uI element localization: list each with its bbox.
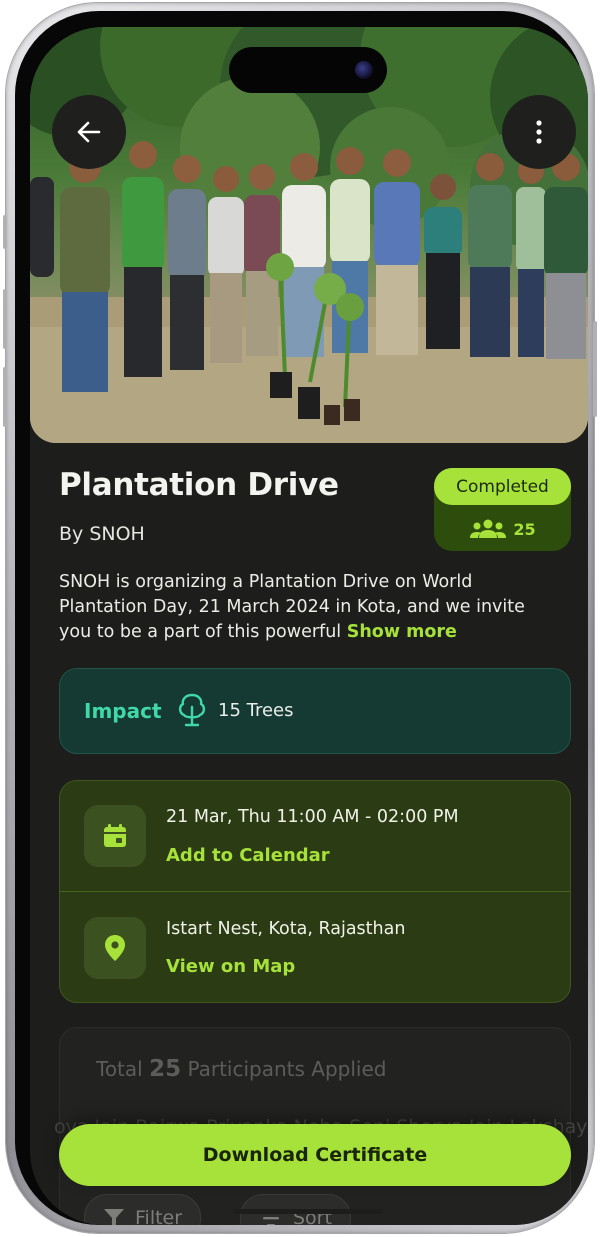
event-info-card: 21 Mar, Thu 11:00 AM - 02:00 PM Add to C… [59,780,571,1003]
filter-icon [104,1209,124,1225]
participants-suffix: Participants Applied [187,1057,387,1081]
action-button [3,215,7,249]
show-more-link[interactable]: Show more [347,622,457,642]
volume-up-button [3,289,7,349]
arrow-left-icon [77,121,101,143]
status-badge: Completed 25 [434,468,571,551]
filter-button[interactable]: Filter [84,1194,202,1225]
info-divider [60,891,570,892]
more-options-button[interactable] [502,95,576,169]
back-button[interactable] [52,95,126,169]
event-address: Istart Nest, Kota, Rajasthan [166,919,406,939]
volume-down-button [3,367,7,427]
participant-count-value: 25 [513,519,536,539]
tree-icon [178,693,206,727]
location-pin-icon [105,935,125,961]
phone-frame: Plantation Drive By SNOH Completed 25 SN… [3,3,597,1233]
participants-count: 25 [149,1056,182,1082]
participants-prefix: Total [96,1057,143,1081]
more-vertical-icon [536,120,542,144]
event-datetime: 21 Mar, Thu 11:00 AM - 02:00 PM [166,807,459,827]
impact-label: Impact [84,699,162,723]
location-icon-box [84,917,146,979]
app-screen: Plantation Drive By SNOH Completed 25 SN… [30,27,588,1225]
download-certificate-button[interactable]: Download Certificate [59,1124,571,1186]
add-to-calendar-link[interactable]: Add to Calendar [166,845,330,866]
status-label: Completed [434,468,571,505]
event-description: SNOH is organizing a Plantation Drive on… [59,570,559,645]
people-icon [470,519,507,538]
calendar-icon-box [84,805,146,867]
participants-summary: Total 25 Participants Applied [96,1056,386,1082]
view-on-map-link[interactable]: View on Map [166,956,295,977]
phone-bezel: Plantation Drive By SNOH Completed 25 SN… [15,11,588,1225]
calendar-icon [104,824,126,847]
home-indicator [233,1209,383,1214]
event-organizer: By SNOH [59,523,145,545]
participant-count: 25 [434,516,571,542]
event-title: Plantation Drive [59,467,339,503]
filter-label: Filter [135,1207,183,1225]
front-camera [355,61,373,79]
dynamic-island [229,47,387,93]
power-button [593,321,597,417]
impact-card: Impact 15 Trees [59,668,571,754]
impact-value: 15 Trees [218,700,294,721]
